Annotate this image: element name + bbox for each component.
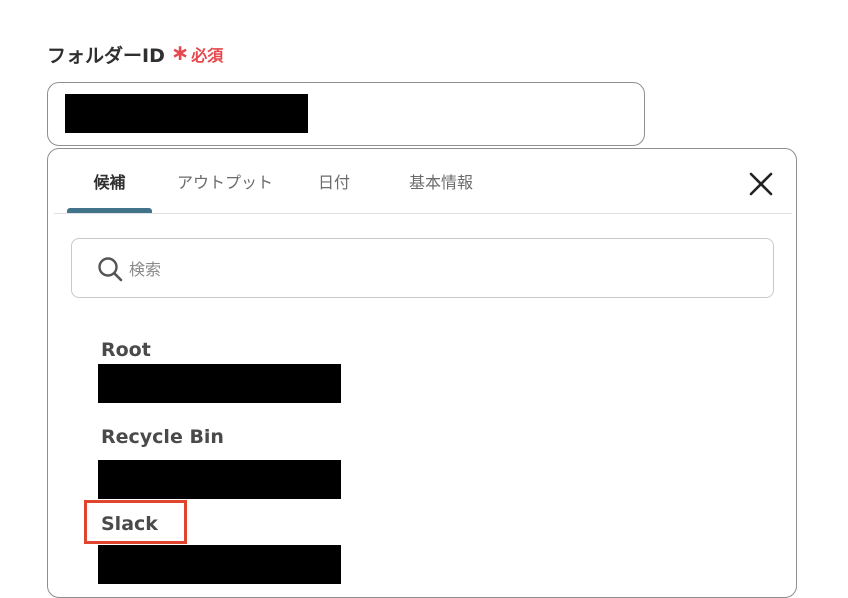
tab-bar: 候補 アウトプット 日付 基本情報: [54, 149, 792, 214]
required-asterisk: ∗: [170, 41, 190, 66]
search-icon: [98, 257, 123, 282]
required-text: 必須: [191, 46, 224, 65]
tab-date[interactable]: 日付: [310, 149, 358, 213]
folder-name: Recycle Bin: [101, 426, 224, 448]
redacted-folder-id: [98, 545, 341, 584]
tab-candidates[interactable]: 候補: [67, 149, 152, 213]
redacted-folder-id: [98, 460, 341, 499]
folder-id-input[interactable]: [47, 82, 645, 146]
highlight-annotation: [84, 500, 187, 544]
folder-id-label: フォルダーID ∗ 必須: [47, 40, 223, 68]
close-icon[interactable]: [748, 171, 774, 197]
tab-output[interactable]: アウトプット: [168, 149, 282, 213]
folder-id-label-text: フォルダーID: [47, 44, 165, 67]
active-tab-indicator: [67, 208, 152, 213]
tab-basic-info[interactable]: 基本情報: [399, 149, 483, 213]
redacted-value: [65, 94, 308, 133]
required-indicator: ∗ 必須: [171, 42, 223, 66]
search-placeholder: 検索: [129, 260, 162, 279]
folder-item-recycle-bin[interactable]: Recycle Bin: [98, 424, 398, 499]
folder-item-root[interactable]: Root: [98, 337, 398, 407]
folder-name: Root: [101, 339, 151, 361]
redacted-folder-id: [98, 364, 341, 403]
search-input[interactable]: 検索: [71, 238, 774, 298]
